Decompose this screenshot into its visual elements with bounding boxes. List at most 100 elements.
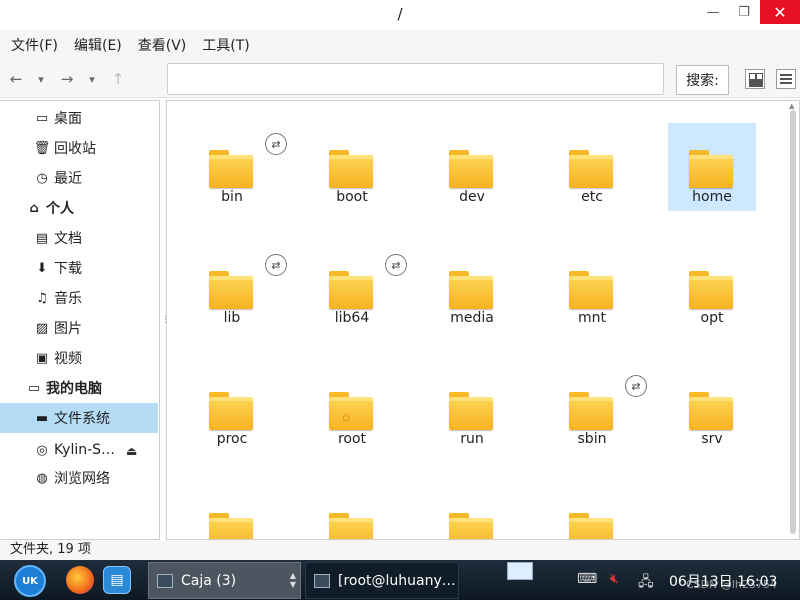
minimize-button[interactable]: —	[698, 0, 728, 24]
close-button[interactable]: ✕	[760, 0, 800, 24]
sidebar-item[interactable]: ▣ 视频	[0, 343, 158, 373]
menu-file[interactable]: 文件(F)	[4, 35, 65, 55]
disc-icon: ◎	[36, 442, 48, 458]
home-icon: ⌂	[29, 200, 39, 216]
folder-item[interactable]: ⇄ bin	[188, 123, 287, 211]
folder-label: sbin	[577, 431, 607, 447]
folder-item[interactable]: srv	[668, 365, 756, 453]
sidebar-item[interactable]: ▤ 文档	[0, 223, 158, 253]
folder-icon	[449, 513, 493, 539]
sidebar-item[interactable]: ▨ 图片	[0, 313, 158, 343]
folder-label: media	[450, 310, 494, 326]
folder-label: opt	[700, 310, 724, 326]
sidebar-item[interactable]: ▭ 桌面	[0, 103, 158, 133]
task-caja[interactable]: Caja (3) ▲ ▼	[148, 562, 301, 599]
folder-item[interactable]: ⇄ lib64	[308, 244, 407, 332]
task-terminal[interactable]: [root@luhuany…	[305, 562, 459, 599]
file-manager-icon[interactable]: ▤	[103, 566, 131, 594]
menu-tools[interactable]: 工具(T)	[195, 35, 256, 55]
sidebar-item[interactable]: ♫ 音乐	[0, 283, 158, 313]
sidebar-item-label: 下载	[54, 261, 82, 277]
folder-label: lib	[223, 310, 241, 326]
sidebar: ▭ 桌面 🗑 回收站 ◷ 最近 ⌂ 个人 ▤ 文档 ⬇ 下载 ♫ 音乐 ▨ 图片 ▣ 视频 ▭ 我的电脑 ▬ 文件系统 ◎ K…	[0, 100, 160, 540]
folder-item[interactable]: ⇄ sbin	[548, 365, 647, 453]
folder-item[interactable]	[308, 486, 396, 539]
trash-icon: 🗑	[33, 140, 51, 156]
folder-item[interactable]: boot	[308, 123, 396, 211]
sidebar-item[interactable]: ◍ 浏览网络	[0, 463, 158, 493]
folder-icon	[449, 150, 493, 188]
location-input[interactable]	[167, 63, 664, 95]
sidebar-item-label: 浏览网络	[54, 471, 110, 487]
folder-icon	[689, 271, 733, 309]
icon-view-icon[interactable]	[745, 69, 765, 89]
forward-icon[interactable]: →	[57, 69, 77, 89]
download-icon: ⬇	[36, 260, 48, 276]
title-bar[interactable]: / — ❐ ✕	[0, 0, 800, 30]
symlink-badge-icon: ⇄	[265, 133, 287, 155]
eject-icon[interactable]: ⏏	[126, 444, 137, 458]
menu-edit[interactable]: 编辑(E)	[67, 35, 129, 55]
folder-label: dev	[459, 189, 485, 205]
folder-item[interactable]: ⌂ root	[308, 365, 396, 453]
sidebar-item[interactable]: 🗑 回收站	[0, 133, 158, 163]
folder-label: bin	[221, 189, 243, 205]
sidebar-item[interactable]: ▬ 文件系统	[0, 403, 158, 433]
list-view-icon[interactable]	[776, 69, 796, 89]
sidebar-item-label: 我的电脑	[46, 381, 102, 397]
folder-item[interactable]	[548, 486, 636, 539]
sidebar-item[interactable]: ◷ 最近	[0, 163, 158, 193]
file-view[interactable]: ⇄ bin boot dev etc home ⇄ lib ⇄ lib64 media mnt opt p…	[166, 100, 800, 540]
window-title: /	[397, 5, 403, 23]
folder-item[interactable]: etc	[548, 123, 636, 211]
folder-item[interactable]: media	[428, 244, 516, 332]
folder-label: lib64	[334, 310, 370, 326]
folder-item[interactable]	[428, 486, 516, 539]
up-icon[interactable]: ↑	[108, 69, 128, 89]
folder-item[interactable]: home	[668, 123, 756, 211]
back-dropdown-icon[interactable]: ▾	[31, 69, 51, 89]
back-icon[interactable]: ←	[6, 69, 26, 89]
keyboard-icon[interactable]: ⌨	[577, 571, 597, 587]
sidebar-item[interactable]: ◎ Kylin-S… ⏏	[0, 435, 158, 465]
folder-item[interactable]	[188, 486, 276, 539]
task-arrows-icon[interactable]: ▲ ▼	[290, 571, 296, 589]
folder-label: etc	[581, 189, 603, 205]
desktop-icon: ▭	[35, 110, 49, 126]
folder-item[interactable]: run	[428, 365, 516, 453]
folder-item[interactable]: ⇄ lib	[188, 244, 287, 332]
forward-dropdown-icon[interactable]: ▾	[82, 69, 102, 89]
folder-item[interactable]: proc	[188, 365, 276, 453]
folder-icon	[329, 392, 373, 430]
firefox-icon[interactable]	[66, 566, 94, 594]
network-tray-icon[interactable]: 🖧︎	[638, 571, 654, 595]
search-button[interactable]: 搜索:	[676, 65, 729, 95]
toolbar: ← ▾ → ▾ ↑ 搜索:	[0, 60, 800, 98]
workspace-switcher[interactable]	[507, 562, 533, 580]
folder-item[interactable]: dev	[428, 123, 516, 211]
scroll-up-icon[interactable]: ▲	[789, 102, 794, 110]
vertical-scrollbar[interactable]: ▲	[786, 100, 798, 540]
folder-label: home	[692, 189, 732, 205]
volume-muted-icon[interactable]: 🔇︎	[610, 571, 619, 587]
scrollbar-thumb[interactable]	[790, 110, 796, 534]
menu-view[interactable]: 查看(V)	[131, 35, 194, 55]
folder-item[interactable]: mnt	[548, 244, 636, 332]
folder-item[interactable]: opt	[668, 244, 756, 332]
folder-icon	[209, 513, 253, 539]
drive-icon: ▬	[35, 410, 49, 426]
video-icon: ▣	[35, 350, 49, 366]
start-menu-button[interactable]: UK	[14, 565, 46, 597]
sidebar-item-label: 最近	[54, 171, 82, 187]
sidebar-item[interactable]: ⬇ 下载	[0, 253, 158, 283]
sidebar-item-label: 音乐	[54, 291, 82, 307]
taskbar: UK ▤ Caja (3) ▲ ▼ [root@luhuany… ⌨ 🔇︎ 🖧︎ …	[0, 560, 800, 600]
sidebar-item-label: 个人	[46, 201, 74, 217]
maximize-button[interactable]: ❐	[729, 0, 759, 24]
folder-label: root	[337, 431, 367, 447]
sidebar-item-label: 视频	[54, 351, 82, 367]
status-bar: 文件夹, 19 项	[0, 540, 800, 560]
music-icon: ♫	[36, 290, 48, 306]
sidebar-item[interactable]: ▭ 我的电脑	[0, 373, 158, 403]
sidebar-item[interactable]: ⌂ 个人	[0, 193, 158, 223]
